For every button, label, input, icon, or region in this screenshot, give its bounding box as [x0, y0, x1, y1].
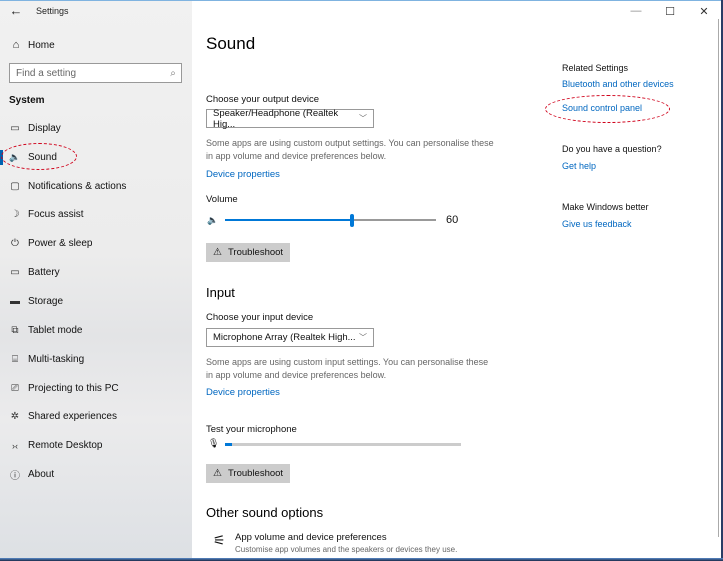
sidebar-item-tablet-mode[interactable]: ⧉ Tablet mode — [0, 316, 192, 345]
sidebar-item-label: Projecting to this PC — [28, 382, 119, 394]
sidebar-item-label: Shared experiences — [28, 411, 117, 423]
warning-icon: ⚠ — [213, 247, 222, 258]
sidebar-item-label: Display — [28, 122, 61, 134]
test-microphone-label: Test your microphone — [206, 424, 297, 435]
power-icon: ⏻ — [11, 238, 19, 250]
output-device-dropdown[interactable]: Speaker/Headphone (Realtek Hig... ﹀ — [206, 107, 374, 130]
sound-control-panel-link[interactable]: Sound control panel — [562, 103, 642, 113]
app-volume-title[interactable]: App volume and device preferences — [235, 532, 387, 543]
output-device-properties-link[interactable]: Device properties — [206, 169, 280, 180]
sidebar-item-power-sleep[interactable]: ⏻ Power & sleep — [0, 229, 192, 258]
home-icon: ⌂ — [12, 39, 20, 51]
chevron-down-icon: ﹀ — [359, 114, 367, 123]
sidebar-item-battery[interactable]: ▭ Battery — [0, 258, 192, 287]
speaker-icon: 🔈 — [9, 151, 21, 162]
troubleshoot-label: Troubleshoot — [227, 468, 284, 479]
sidebar: ← Settings ⌂ Home ⌕ System ▭ Display 🔈 Sou… — [0, 1, 192, 558]
sidebar-item-multitasking[interactable]: ⌸ Multi-tasking — [0, 345, 192, 374]
sidebar-item-label: About — [28, 469, 55, 481]
volume-speaker-icon[interactable]: 🔈 — [207, 215, 218, 226]
app-volume-sliders-icon: ⚟ — [213, 532, 226, 548]
section-label-system: System — [9, 95, 45, 106]
sidebar-item-label: Sound — [28, 151, 57, 163]
storage-icon: ▬ — [10, 295, 20, 307]
volume-slider[interactable] — [225, 214, 436, 227]
page-title: Sound — [206, 34, 256, 53]
microphone-level-meter — [225, 443, 461, 446]
sidebar-nav: ▭ Display 🔈 Sound ▢ Notifications & actions… — [0, 114, 192, 489]
main-content: — ☐ ✕ Sound Choose your output device Sp… — [192, 1, 721, 558]
input-device-value: Microphone Array (Realtek High... — [213, 332, 356, 343]
moon-icon: ☽ — [10, 209, 20, 221]
output-device-value: Speaker/Headphone (Realtek Hig... — [213, 107, 339, 130]
search-box[interactable]: ⌕ — [9, 63, 182, 83]
sidebar-item-focus-assist[interactable]: ☽ Focus assist — [0, 201, 192, 230]
input-device-label: Choose your input device — [206, 312, 314, 323]
sidebar-item-display[interactable]: ▭ Display — [0, 114, 192, 143]
microphone-level-fill — [225, 443, 233, 446]
bluetooth-devices-link[interactable]: Bluetooth and other devices — [562, 79, 674, 89]
info-icon: ⓘ — [10, 471, 20, 483]
sidebar-item-projecting[interactable]: ⎚ Projecting to this PC — [0, 374, 192, 403]
sidebar-home[interactable]: ⌂ Home — [0, 35, 192, 55]
warning-icon: ⚠ — [213, 468, 222, 479]
maximize-button[interactable]: ☐ — [653, 1, 687, 21]
other-sound-options-heading: Other sound options — [206, 505, 324, 520]
question-heading: Do you have a question? — [562, 144, 662, 154]
volume-thumb[interactable] — [349, 214, 354, 227]
sidebar-item-label: Notifications & actions — [28, 180, 127, 192]
projecting-icon: ⎚ — [11, 382, 19, 394]
microphone-icon: 🎙 — [208, 438, 220, 448]
get-help-link[interactable]: Get help — [562, 161, 596, 171]
display-icon: ▭ — [10, 122, 20, 134]
sidebar-item-label: Storage — [28, 295, 64, 307]
search-input[interactable] — [10, 67, 165, 79]
make-windows-better-heading: Make Windows better — [562, 202, 649, 212]
sidebar-item-notifications[interactable]: ▢ Notifications & actions — [0, 172, 192, 201]
sidebar-item-storage[interactable]: ▬ Storage — [0, 287, 192, 316]
sidebar-item-label: Tablet mode — [28, 324, 83, 336]
notification-icon: ▢ — [10, 180, 20, 192]
sidebar-item-shared-experiences[interactable]: ✲ Shared experiences — [0, 402, 192, 431]
chevron-down-icon: ﹀ — [359, 333, 367, 342]
give-feedback-link[interactable]: Give us feedback — [562, 219, 632, 229]
input-device-properties-link[interactable]: Device properties — [206, 387, 280, 398]
tablet-icon: ⧉ — [11, 324, 19, 336]
volume-fill — [225, 219, 352, 221]
sidebar-item-remote-desktop[interactable]: ›‹ Remote Desktop — [0, 431, 192, 460]
minimize-button[interactable]: — — [619, 1, 653, 21]
back-arrow-icon[interactable]: ← — [8, 3, 24, 18]
sidebar-item-about[interactable]: ⓘ About — [0, 460, 192, 489]
battery-icon: ▭ — [10, 267, 20, 279]
settings-window: ← Settings ⌂ Home ⌕ System ▭ Display 🔈 Sou… — [0, 0, 721, 558]
search-icon[interactable]: ⌕ — [165, 68, 181, 79]
window-controls: — ☐ ✕ — [619, 1, 721, 21]
volume-label: Volume — [206, 194, 238, 205]
sidebar-item-label: Multi-tasking — [28, 353, 85, 365]
shared-experiences-icon: ✲ — [10, 411, 20, 423]
input-heading: Input — [206, 285, 235, 300]
close-button[interactable]: ✕ — [687, 1, 721, 21]
app-volume-subtitle: Customise app volumes and the speakers o… — [235, 545, 458, 554]
related-settings-heading: Related Settings — [562, 63, 629, 73]
sidebar-item-label: Power & sleep — [28, 238, 93, 250]
multitasking-icon: ⌸ — [12, 353, 18, 365]
output-troubleshoot-button[interactable]: ⚠ Troubleshoot — [206, 243, 290, 262]
output-device-label: Choose your output device — [206, 94, 320, 105]
sidebar-home-label: Home — [28, 39, 55, 51]
output-description: Some apps are using custom output settin… — [206, 138, 494, 161]
sidebar-item-label: Focus assist — [28, 209, 84, 221]
sidebar-item-sound[interactable]: 🔈 Sound — [0, 143, 192, 172]
remote-desktop-icon: ›‹ — [12, 440, 18, 451]
volume-value: 60 — [446, 214, 459, 226]
sidebar-item-label: Remote Desktop — [28, 440, 103, 452]
input-description: Some apps are using custom input setting… — [206, 357, 489, 380]
app-title: Settings — [36, 6, 69, 16]
scrollbar[interactable] — [718, 19, 719, 537]
sidebar-item-label: Battery — [28, 267, 60, 279]
input-troubleshoot-button[interactable]: ⚠ Troubleshoot — [206, 464, 290, 483]
input-device-dropdown[interactable]: Microphone Array (Realtek High... ﹀ — [206, 328, 374, 347]
troubleshoot-label: Troubleshoot — [227, 247, 284, 258]
